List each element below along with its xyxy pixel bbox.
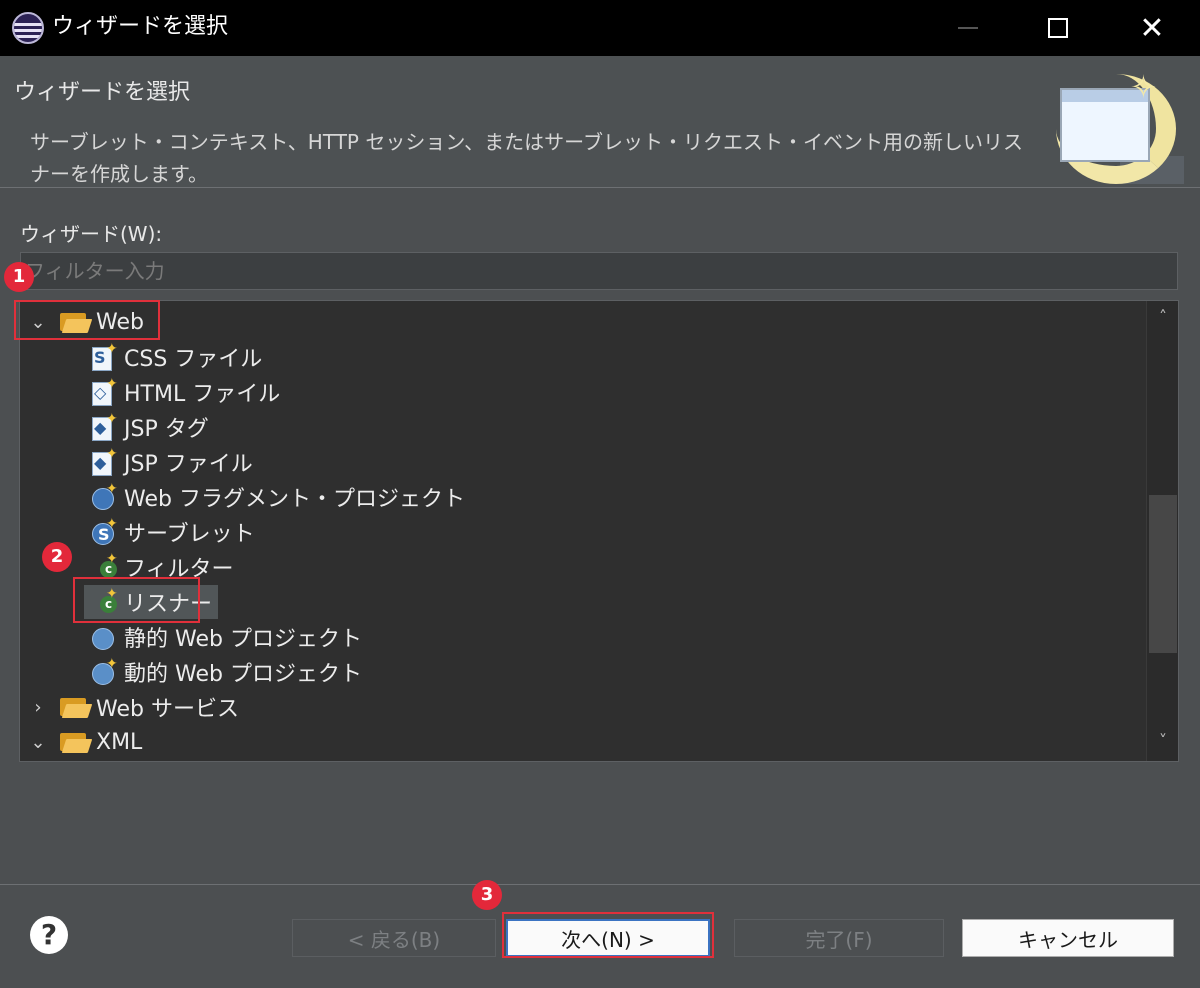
wizard-tree[interactable]: ⌄ Web S ✦ CSS ファイル ◇ ✦ HTML ファイル ◆ ✦ JSP タグ… xyxy=(19,300,1179,762)
wizard-dialog: ウィザードを選択 サーブレット・コンテキスト、HTTP セッション、またはサーブ… xyxy=(0,56,1200,988)
wizard-list-label: ウィザード(W): xyxy=(20,222,163,246)
window-title: ウィザードを選択 xyxy=(52,14,229,39)
eclipse-logo-icon xyxy=(12,12,44,44)
tree-item-css-file[interactable]: S ✦ CSS ファイル xyxy=(90,340,262,374)
folder-open-icon xyxy=(60,731,93,753)
chevron-down-icon[interactable]: ⌄ xyxy=(28,732,48,753)
scroll-up-icon[interactable]: ˄ xyxy=(1147,307,1178,331)
minimize-button[interactable] xyxy=(936,0,1000,56)
tree-item-label: Web フラグメント・プロジェクト xyxy=(124,487,465,512)
dynamic-web-project-icon: ✦ xyxy=(90,656,118,686)
tree-item-dynamic-web-project[interactable]: ✦ 動的 Web プロジェクト xyxy=(90,655,362,689)
maximize-icon xyxy=(1048,18,1068,38)
minimize-icon xyxy=(958,27,978,29)
tree-item-jsp-tag[interactable]: ◆ ✦ JSP タグ xyxy=(90,410,209,444)
tree-item-web-services[interactable]: › Web サービス xyxy=(28,690,239,724)
annotation-badge-2: 2 xyxy=(42,542,72,572)
tree-item-label: XML xyxy=(96,729,143,755)
tree-item-label: Web サービス xyxy=(96,697,239,722)
annotation-box-web xyxy=(14,300,160,340)
tree-item-label: JSP タグ xyxy=(124,417,209,442)
html-file-icon: ◇ ✦ xyxy=(90,376,118,406)
chevron-right-icon[interactable]: › xyxy=(28,697,48,718)
annotation-badge-1: 1 xyxy=(4,262,34,292)
tree-item-static-web-project[interactable]: 静的 Web プロジェクト xyxy=(90,620,362,654)
tree-scrollbar[interactable]: ˄ ˅ xyxy=(1146,301,1178,761)
tree-item-web-fragment-project[interactable]: ✦ Web フラグメント・プロジェクト xyxy=(90,480,465,514)
close-icon: ✕ xyxy=(1139,10,1165,46)
help-button[interactable]: ? xyxy=(30,916,68,954)
annotation-box-listener xyxy=(73,577,200,623)
tree-item-label: CSS ファイル xyxy=(124,347,263,372)
annotation-box-next xyxy=(502,912,714,958)
tree-item-label: サーブレット xyxy=(124,522,255,547)
jsp-tag-icon: ◆ ✦ xyxy=(90,411,118,441)
web-fragment-project-icon: ✦ xyxy=(90,481,118,511)
tree-item-label: 静的 Web プロジェクト xyxy=(124,627,362,652)
wizard-banner-icon: ✧ xyxy=(1046,64,1186,184)
back-button[interactable]: < 戻る(B) xyxy=(292,919,496,957)
tree-item-xml[interactable]: ⌄ XML xyxy=(28,725,142,759)
footer-divider xyxy=(0,884,1200,885)
title-bar: ウィザードを選択 ✕ xyxy=(0,0,1200,56)
scroll-down-icon[interactable]: ˅ xyxy=(1147,731,1178,755)
static-web-project-icon xyxy=(90,623,118,651)
scroll-thumb[interactable] xyxy=(1149,495,1177,653)
filter-input[interactable] xyxy=(20,252,1178,290)
css-file-icon: S ✦ xyxy=(90,341,118,371)
tree-item-label: 動的 Web プロジェクト xyxy=(124,662,362,687)
tree-item-servlet[interactable]: S ✦ サーブレット xyxy=(90,515,255,549)
servlet-icon: S ✦ xyxy=(90,516,118,546)
tree-item-label: HTML ファイル xyxy=(124,382,281,407)
header-description: サーブレット・コンテキスト、HTTP セッション、またはサーブレット・リクエスト… xyxy=(30,130,1023,186)
cancel-button[interactable]: キャンセル xyxy=(962,919,1174,957)
finish-button[interactable]: 完了(F) xyxy=(734,919,944,957)
maximize-button[interactable] xyxy=(1026,0,1090,56)
dialog-header: ウィザードを選択 サーブレット・コンテキスト、HTTP セッション、またはサーブ… xyxy=(0,56,1200,188)
jsp-file-icon: ◆ ✦ xyxy=(90,446,118,476)
annotation-badge-3: 3 xyxy=(472,880,502,910)
tree-item-jsp-file[interactable]: ◆ ✦ JSP ファイル xyxy=(90,445,253,479)
close-button[interactable]: ✕ xyxy=(1120,0,1184,56)
folder-open-icon xyxy=(60,696,93,718)
tree-item-label: JSP ファイル xyxy=(124,452,253,477)
tree-item-html-file[interactable]: ◇ ✦ HTML ファイル xyxy=(90,375,280,409)
header-title: ウィザードを選択 xyxy=(14,80,191,105)
